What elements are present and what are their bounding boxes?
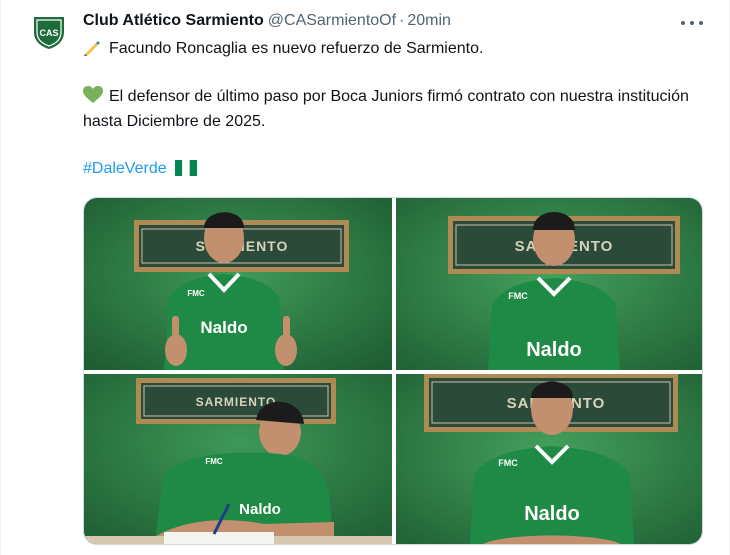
photo-portrait-front[interactable]: SARMIENTO Naldo FMC [396,198,702,370]
contract-text: El defensor de último paso por Boca Juni… [83,88,689,130]
sponsor-text: Naldo [524,503,580,525]
sponsor-text: Naldo [200,318,247,337]
club-avatar[interactable]: CAS [31,14,67,50]
photo-signing-contract[interactable]: SARMIENTO Naldo FMC [84,374,392,544]
separator-dot: · [399,12,405,29]
green-heart-icon [83,86,103,111]
kit-brand-text: FMC [498,458,518,468]
photo-thumbs-up[interactable]: SARMIENTO Naldo FMC [84,198,392,370]
tweet-text-line-3: #DaleVerde [83,158,708,183]
sponsor-text: Naldo [239,501,281,518]
tweet-timestamp[interactable]: 20min [407,12,451,30]
more-options-button[interactable] [681,16,703,30]
tweet-text-line-1: Facundo Roncaglia es nuevo refuerzo de S… [83,38,708,63]
author-name[interactable]: Club Atlético Sarmiento [83,12,264,30]
author-handle[interactable]: @CASarmientoOf [268,12,396,30]
photo-arms-crossed[interactable]: SARMIENTO Naldo FMC [396,374,702,544]
nigeria-flag-icon [175,159,198,183]
tweet-text-line-2: El defensor de último paso por Boca Juni… [83,86,708,133]
kit-brand-text: FMC [508,291,528,301]
sponsor-text: Naldo [526,339,582,361]
tweet-card[interactable]: CAS Club Atlético Sarmiento @CASarmiento… [0,0,730,555]
more-icon [681,21,685,25]
kit-brand-text: FMC [187,289,205,298]
photo-grid: SARMIENTO Naldo FMC [83,197,703,545]
announcement-text: Facundo Roncaglia es nuevo refuerzo de S… [109,40,484,57]
tweet-header: Club Atlético Sarmiento @CASarmientoOf ·… [83,12,451,32]
kit-brand-text: FMC [205,457,223,466]
avatar-lettering: CAS [39,28,58,38]
hashtag-link[interactable]: #DaleVerde [83,160,167,177]
writing-hand-icon [83,38,103,63]
